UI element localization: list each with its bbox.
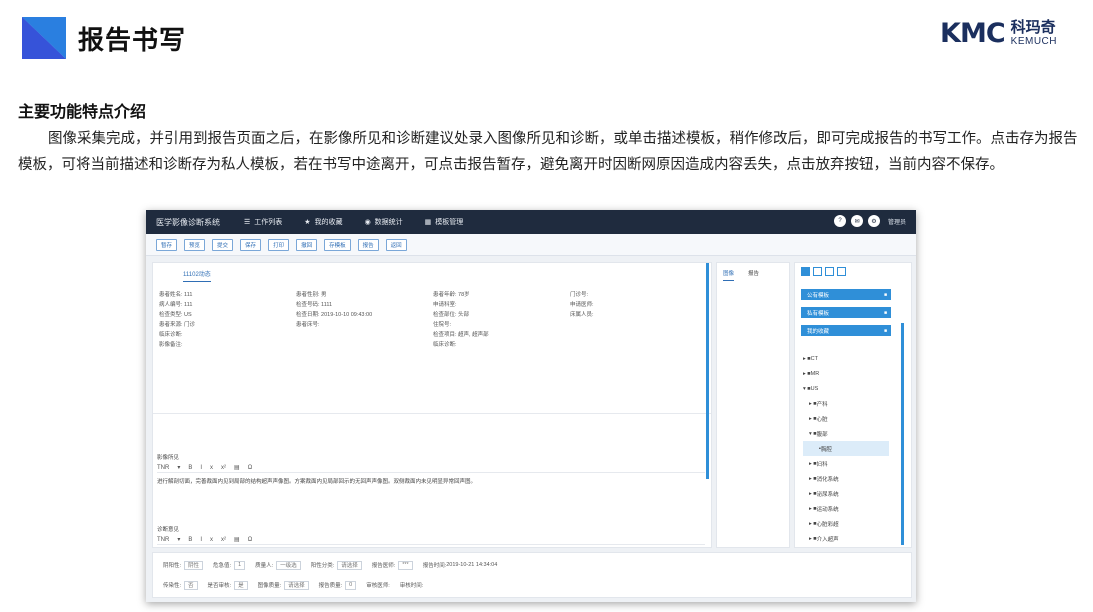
submit-button[interactable]: 提交 — [212, 238, 234, 251]
tree-item[interactable]: ▸ ■ 运动系统 — [803, 501, 889, 516]
image-report-pane: 图像 报告 — [716, 262, 790, 548]
tree-item[interactable]: ▸ ■ 产科 — [803, 396, 889, 411]
report-button[interactable]: 报告 — [357, 238, 379, 251]
template-icon: ▦ — [424, 219, 432, 226]
tree-scrollbar[interactable] — [901, 323, 904, 545]
report-footer: 阴阳性: 阴性 危急值: 1 质量人: 一级选 阳性分类: 请选择 报告医师: *** 报… — [152, 552, 912, 598]
folder-icon: ■ — [883, 309, 887, 316]
save-draft-button[interactable]: 暂存 — [156, 238, 178, 251]
settings-icon[interactable]: ⚙ — [867, 215, 880, 227]
audit-select[interactable]: 是 — [234, 580, 248, 590]
tab-images[interactable]: 图像 — [723, 269, 735, 281]
save-button[interactable]: 保存 — [240, 238, 262, 251]
star-icon: ★ — [304, 219, 311, 226]
revoke-button[interactable]: 撤回 — [296, 238, 318, 251]
nav-statistics[interactable]: ◉ 数据统计 — [365, 217, 403, 227]
copy-icon[interactable] — [813, 267, 822, 276]
divider — [153, 413, 711, 414]
folder-icon: ■ — [883, 327, 887, 334]
image-quality-select[interactable]: 请选择 — [284, 580, 309, 590]
preview-button[interactable]: 预览 — [184, 238, 206, 251]
findings-editor-toolbar[interactable]: TNR ▾ B Ix x² ▤ Ω — [157, 463, 705, 473]
patient-info: 患者姓名: 111 患者性别: 男患者年龄: 78岁 门诊号: 病人编号: 111 检… — [159, 292, 594, 348]
tab-study[interactable]: 11102动态 — [183, 269, 211, 282]
tree-item[interactable]: ▸ ■ 心脏 — [803, 411, 889, 426]
my-favorites-button[interactable]: 我的收藏 ■ — [801, 325, 891, 336]
report-toolbar: 暂存 预览 提交 保存 打印 撤回 存模板 报告 返回 — [146, 234, 916, 256]
nav-worklist[interactable]: ☰ 工作列表 — [244, 217, 282, 227]
public-template-button[interactable]: 公有模板 ■ — [801, 289, 891, 300]
app-topbar: 医学影像诊断系统 ☰ 工作列表 ★ 我的收藏 ◉ 数据统计 ▦ 模板管理 ? ✉ ⚙ 管… — [146, 210, 916, 234]
findings-textarea[interactable]: 进行解剖切面，完善裁面内见到局部的结构超声声像图。方案裁面内见局部回示的无回声声… — [157, 477, 705, 485]
user-menu[interactable]: 管理员 — [888, 217, 906, 226]
tree-item-selected[interactable]: ▪ 胸腔 — [803, 441, 889, 456]
save-template-button[interactable]: 存模板 — [324, 238, 351, 251]
tree-item[interactable]: ▸ ■ 消化系统 — [803, 471, 889, 486]
logo-cn: 科玛奇 — [1010, 19, 1056, 36]
report-quality-select[interactable]: 0 — [345, 580, 357, 590]
app-screenshot: 医学影像诊断系统 ☰ 工作列表 ★ 我的收藏 ◉ 数据统计 ▦ 模板管理 ? ✉ ⚙ 管… — [146, 210, 916, 602]
view-icon[interactable] — [801, 267, 810, 276]
tree-item[interactable]: ▸ ■ MR — [803, 366, 889, 381]
app-name: 医学影像诊断系统 — [156, 217, 220, 227]
report-doctor-field[interactable]: *** — [398, 560, 413, 570]
triangle-mark-icon — [22, 17, 66, 59]
findings-label: 影像所见 — [157, 455, 180, 461]
folder-icon: ■ — [883, 291, 887, 298]
diagnosis-label: 诊断意见 — [157, 527, 180, 533]
diagnosis-editor-toolbar[interactable]: TNR ▾ B Ix x² ▤ Ω — [157, 535, 705, 545]
slide-title: 报告书写 — [78, 24, 187, 55]
tree-item[interactable]: ▸ ■ 介入超声 — [803, 531, 889, 546]
positive-select[interactable]: 阴性 — [184, 560, 204, 570]
list-icon: ☰ — [244, 219, 251, 226]
tree-item[interactable]: ▾ ■ 腹部 — [803, 426, 889, 441]
nav-favorites[interactable]: ★ 我的收藏 — [304, 217, 342, 227]
report-scrollbar[interactable] — [706, 263, 709, 479]
tree-item[interactable]: ▸ ■ CT — [803, 351, 889, 366]
tree-item[interactable]: ▸ ■ 心脏彩超 — [803, 516, 889, 531]
back-button[interactable]: 返回 — [385, 238, 407, 251]
company-logo: KMC 科玛奇 KEMUCH — [940, 18, 1057, 49]
template-tree: ▸ ■ CT ▸ ■ MR ▾ ■ US ▸ ■ 产科 ▸ ■ 心脏 ▾ ■ 腹… — [803, 351, 889, 546]
help-icon[interactable]: ? — [833, 215, 846, 227]
stats-icon: ◉ — [364, 219, 371, 226]
description: 图像采集完成，并引用到报告页面之后，在影像所见和诊断建议处录入图像所见和诊断，或… — [18, 131, 1078, 173]
edit-icon[interactable] — [837, 267, 846, 276]
logo-mark: KMC — [940, 18, 1006, 49]
report-pane: 11102动态 患者姓名: 111 患者性别: 男患者年龄: 78岁 门诊号: 病人… — [152, 262, 712, 548]
tree-item[interactable]: ▾ ■ US — [803, 381, 889, 396]
template-pane: 公有模板 ■ 私有模板 ■ 我的收藏 ■ ▸ ■ CT ▸ ■ MR ▾ ■ US ▸… — [794, 262, 912, 548]
positive-class-select[interactable]: 请选择 — [337, 560, 362, 570]
private-template-button[interactable]: 私有模板 ■ — [801, 307, 891, 318]
print-button[interactable]: 打印 — [268, 238, 290, 251]
folder-icon[interactable] — [825, 267, 834, 276]
slide: 报告书写 KMC 科玛奇 KEMUCH 主要功能特点介绍 图像采集完成，并引用到… — [0, 0, 1093, 612]
quality-person-select[interactable]: 一级选 — [276, 560, 301, 570]
logo-en: KEMUCH — [1010, 36, 1057, 47]
report-time: 2019-10-21 14:34:04 — [446, 562, 498, 568]
tree-item[interactable]: ▸ ■ 妇科 — [803, 456, 889, 471]
message-icon[interactable]: ✉ — [850, 215, 863, 227]
nav-template-manage[interactable]: ▦ 模板管理 — [425, 217, 464, 227]
infectious-select[interactable]: 否 — [184, 580, 198, 590]
tab-report[interactable]: 报告 — [748, 269, 759, 281]
slide-header: 报告书写 — [22, 16, 186, 60]
section-title: 主要功能特点介绍 — [18, 104, 147, 121]
tree-item[interactable]: ▸ ■ 泌尿系统 — [803, 486, 889, 501]
critical-select[interactable]: 1 — [234, 560, 246, 570]
